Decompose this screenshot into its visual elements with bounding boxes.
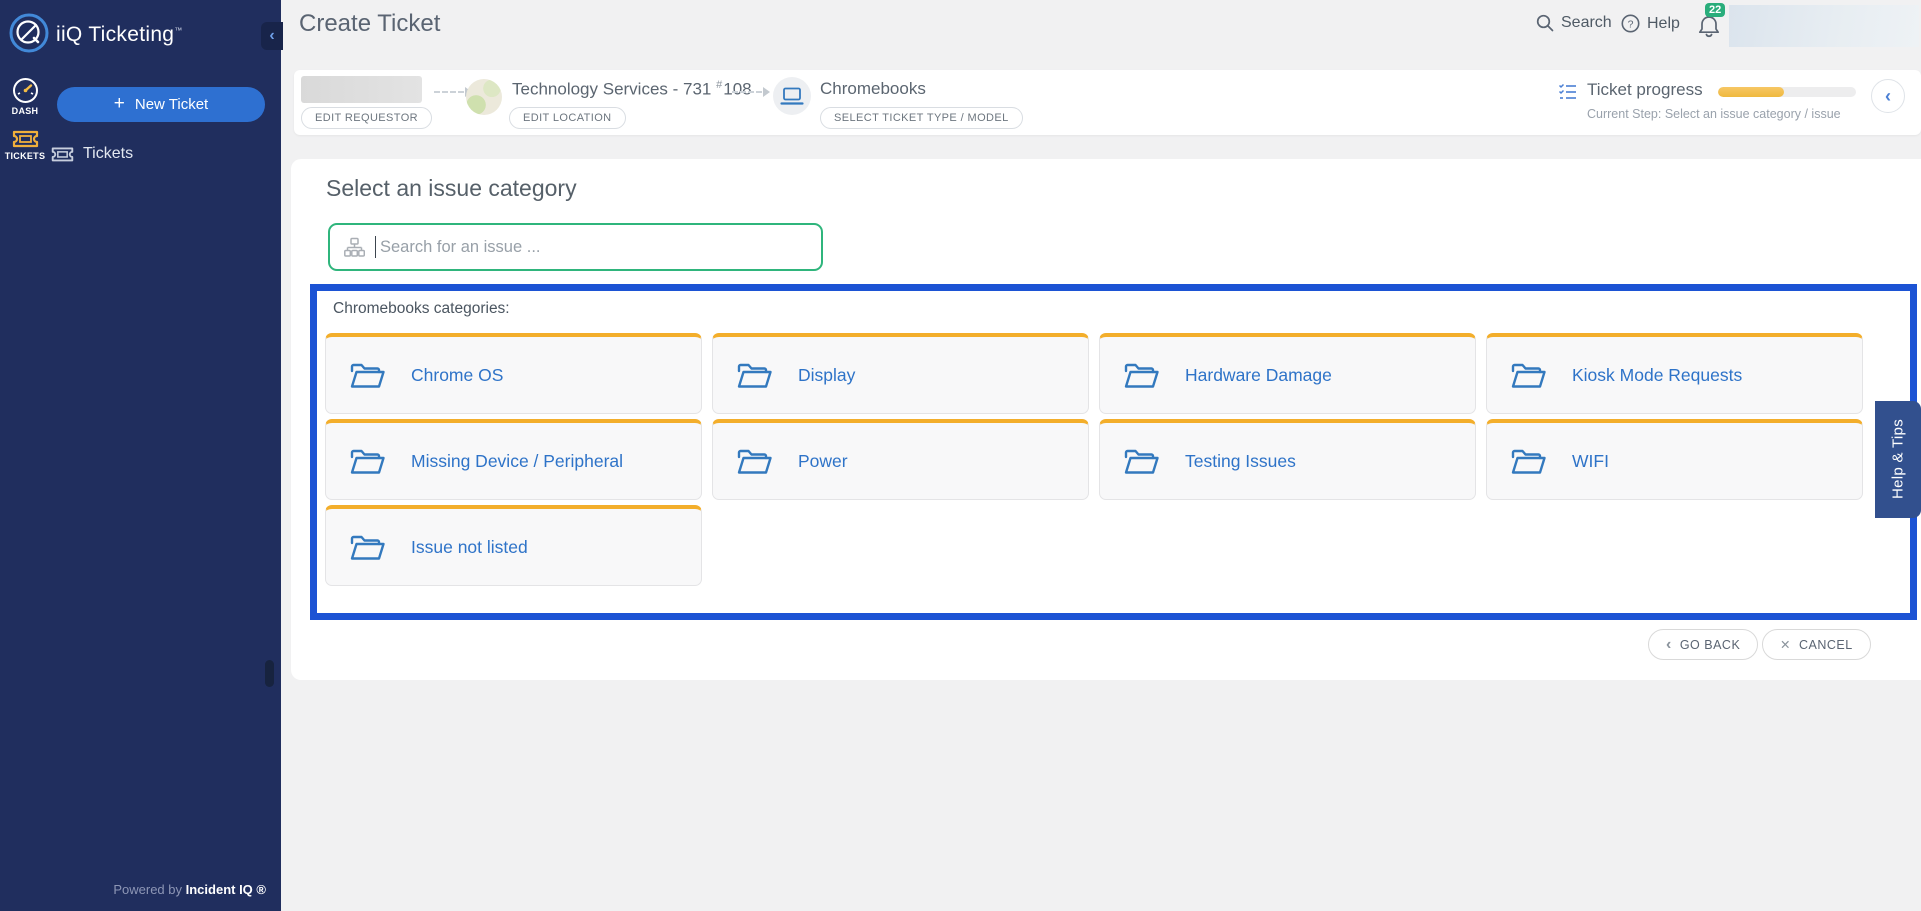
new-ticket-label: New Ticket bbox=[135, 96, 208, 113]
dashboard-gauge-icon bbox=[12, 77, 39, 104]
brand-tm: ™ bbox=[174, 26, 182, 35]
category-card[interactable]: Testing Issues bbox=[1099, 419, 1476, 500]
folder-open-icon bbox=[736, 361, 773, 390]
category-card-label: Kiosk Mode Requests bbox=[1572, 365, 1742, 386]
category-card[interactable]: Hardware Damage bbox=[1099, 333, 1476, 414]
chevron-left-icon: ‹ bbox=[1666, 636, 1672, 654]
sidebar-collapse-button[interactable]: ‹ bbox=[261, 22, 283, 50]
ticket-icon bbox=[12, 128, 39, 149]
folder-open-icon bbox=[349, 447, 386, 476]
ticket-type-name: Chromebooks bbox=[820, 79, 926, 99]
cancel-button[interactable]: ✕ CANCEL bbox=[1762, 629, 1871, 660]
search-icon bbox=[1536, 14, 1554, 32]
edit-location-button[interactable]: EDIT LOCATION bbox=[509, 107, 626, 129]
collapse-progress-button[interactable]: ‹ bbox=[1871, 79, 1905, 113]
category-card-label: Testing Issues bbox=[1185, 451, 1296, 472]
ticket-progress-label: Ticket progress bbox=[1587, 80, 1703, 100]
category-card[interactable]: WIFI bbox=[1486, 419, 1863, 500]
go-back-label: GO BACK bbox=[1680, 638, 1740, 652]
tickets-item-label: Tickets bbox=[83, 145, 133, 163]
folder-open-icon bbox=[1123, 447, 1160, 476]
user-profile-redacted[interactable] bbox=[1729, 5, 1919, 47]
category-card-label: Power bbox=[798, 451, 848, 472]
notification-count-badge: 22 bbox=[1705, 3, 1725, 17]
edit-requestor-button[interactable]: EDIT REQUESTOR bbox=[301, 107, 432, 129]
tickets-rail-label: TICKETS bbox=[0, 151, 50, 161]
powered-brand: Incident IQ ® bbox=[186, 882, 266, 897]
issue-search-box bbox=[328, 223, 823, 271]
sidebar: iiQ Ticketing™ ‹ DASH + New Ticket TICKE… bbox=[0, 0, 281, 911]
step-heading: Select an issue category bbox=[326, 175, 577, 202]
sidebar-resize-handle[interactable] bbox=[265, 660, 274, 687]
global-search-button[interactable]: Search bbox=[1536, 14, 1612, 32]
checklist-icon bbox=[1558, 83, 1577, 100]
close-icon: ✕ bbox=[1780, 637, 1791, 652]
categories-label: Chromebooks categories: bbox=[333, 300, 1910, 318]
category-card-label: WIFI bbox=[1572, 451, 1609, 472]
category-card-label: Issue not listed bbox=[411, 537, 528, 558]
category-card-label: Missing Device / Peripheral bbox=[411, 451, 623, 472]
categories-grid: Chrome OS Display Hardware Damage Kiosk … bbox=[325, 333, 1910, 586]
sidebar-item-dash[interactable]: DASH bbox=[0, 77, 50, 116]
main-panel: Select an issue category Chromebooks cat… bbox=[291, 159, 1921, 680]
category-card[interactable]: Power bbox=[712, 419, 1089, 500]
sidebar-item-tickets[interactable]: Tickets bbox=[51, 145, 133, 163]
category-card[interactable]: Kiosk Mode Requests bbox=[1486, 333, 1863, 414]
category-card[interactable]: Missing Device / Peripheral bbox=[325, 419, 702, 500]
current-step-text: Current Step: Select an issue category /… bbox=[1587, 107, 1841, 121]
folder-open-icon bbox=[736, 447, 773, 476]
room-hash: # bbox=[716, 79, 722, 91]
dash-label: DASH bbox=[0, 106, 50, 116]
go-back-button[interactable]: ‹ GO BACK bbox=[1648, 629, 1758, 660]
category-tree-icon bbox=[344, 237, 365, 258]
cancel-label: CANCEL bbox=[1799, 638, 1853, 652]
select-ticket-type-button[interactable]: SELECT TICKET TYPE / MODEL bbox=[820, 107, 1023, 129]
text-caret bbox=[375, 236, 376, 258]
sidebar-item-tickets-rail[interactable]: TICKETS bbox=[0, 128, 50, 161]
location-map-avatar bbox=[466, 79, 502, 115]
room-number: 108 bbox=[723, 80, 751, 99]
page-title: Create Ticket bbox=[299, 10, 440, 38]
category-card-label: Chrome OS bbox=[411, 365, 503, 386]
requestor-name-redacted bbox=[301, 76, 422, 103]
svg-text:?: ? bbox=[1628, 18, 1634, 30]
ticket-icon bbox=[51, 145, 74, 163]
category-card[interactable]: Issue not listed bbox=[325, 505, 702, 586]
search-label: Search bbox=[1561, 14, 1612, 32]
folder-open-icon bbox=[1123, 361, 1160, 390]
laptop-icon bbox=[780, 87, 804, 106]
breadcrumb-arrow-icon bbox=[732, 91, 762, 93]
ticket-wizard-breadcrumb: EDIT REQUESTOR Technology Services - 731… bbox=[294, 70, 1921, 135]
folder-open-icon bbox=[1510, 447, 1547, 476]
folder-open-icon bbox=[349, 361, 386, 390]
category-card-label: Display bbox=[798, 365, 855, 386]
ticket-progress-bar bbox=[1718, 87, 1856, 97]
new-ticket-button[interactable]: + New Ticket bbox=[57, 87, 265, 122]
breadcrumb-arrow-icon bbox=[434, 91, 464, 93]
brand-title: iiQ Ticketing™ bbox=[56, 23, 183, 47]
ticket-type-avatar bbox=[773, 77, 811, 115]
category-card[interactable]: Display bbox=[712, 333, 1089, 414]
help-button[interactable]: ? Help bbox=[1621, 14, 1680, 33]
help-label: Help bbox=[1647, 15, 1680, 33]
plus-icon: + bbox=[114, 93, 125, 115]
categories-container: Chromebooks categories: Chrome OS Displa… bbox=[310, 284, 1917, 620]
help-tips-tab[interactable]: Help & Tips bbox=[1875, 401, 1921, 518]
powered-by: Powered by Incident IQ ® bbox=[113, 882, 266, 897]
iiq-logo-icon[interactable] bbox=[8, 12, 50, 54]
issue-search-input[interactable] bbox=[380, 238, 807, 257]
location-name: Technology Services - 731 #108 bbox=[512, 79, 752, 100]
question-circle-icon: ? bbox=[1621, 14, 1640, 33]
ticket-progress-fill bbox=[1718, 87, 1784, 97]
app-window: iiQ Ticketing™ ‹ DASH + New Ticket TICKE… bbox=[0, 0, 1921, 911]
folder-open-icon bbox=[1510, 361, 1547, 390]
category-card-label: Hardware Damage bbox=[1185, 365, 1332, 386]
folder-open-icon bbox=[349, 533, 386, 562]
category-card[interactable]: Chrome OS bbox=[325, 333, 702, 414]
